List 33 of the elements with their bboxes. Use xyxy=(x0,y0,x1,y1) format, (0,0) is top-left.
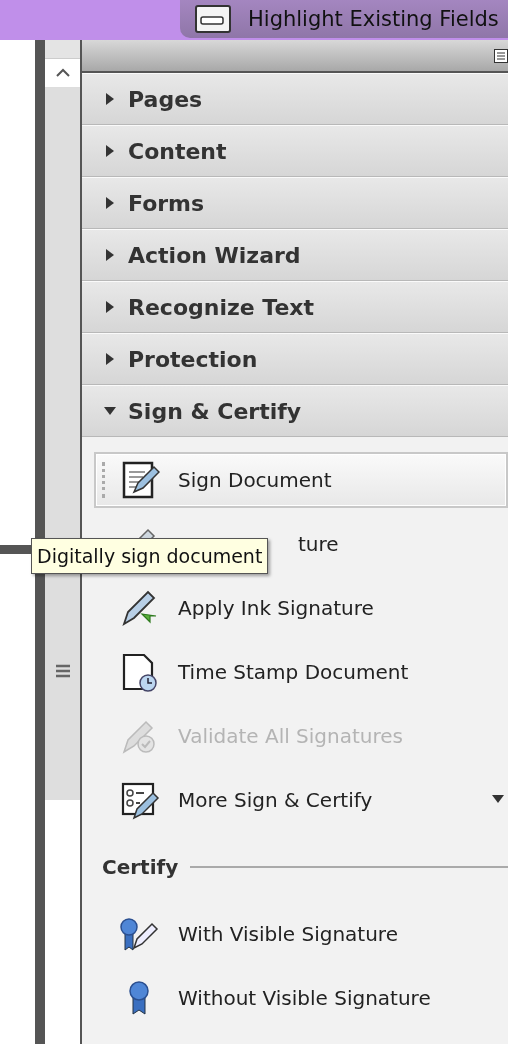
panel-section-header[interactable]: Sign & Certify xyxy=(82,385,508,437)
group-heading: Certify xyxy=(102,855,179,879)
list-view-icon[interactable] xyxy=(494,48,508,63)
panel-section-header[interactable]: Action Wizard xyxy=(82,229,508,281)
disclosure-triangle-icon[interactable] xyxy=(104,145,116,157)
tool-item[interactable]: Without Visible Signature xyxy=(178,986,431,1010)
tool-item[interactable]: ture xyxy=(298,532,339,556)
dropdown-caret-icon[interactable] xyxy=(492,795,504,803)
disclosure-triangle-icon[interactable] xyxy=(104,197,116,209)
tool-item[interactable]: With Visible Signature xyxy=(178,922,398,946)
panel-section-header[interactable]: Protection xyxy=(82,333,508,385)
disclosure-triangle-icon[interactable] xyxy=(104,353,116,365)
field-icon xyxy=(194,4,234,34)
chevron-up-icon[interactable] xyxy=(55,68,70,78)
disclosure-triangle-icon[interactable] xyxy=(104,249,116,261)
grip-icon[interactable] xyxy=(55,664,70,678)
disclosure-triangle-icon[interactable] xyxy=(104,93,116,105)
tool-item[interactable]: More Sign & Certify xyxy=(178,788,373,812)
panel-section-header[interactable]: Content xyxy=(82,125,508,177)
tool-item[interactable]: Time Stamp Document xyxy=(178,660,409,684)
panel-section-header[interactable]: Pages xyxy=(82,73,508,125)
tool-item[interactable]: Sign Document xyxy=(94,452,508,508)
disclosure-triangle-icon[interactable] xyxy=(104,405,116,417)
disclosure-triangle-icon[interactable] xyxy=(104,301,116,313)
document-clock-icon xyxy=(120,652,160,692)
tool-item: Validate All Signatures xyxy=(178,724,403,748)
panel-section-header[interactable]: Recognize Text xyxy=(82,281,508,333)
highlight-fields-button[interactable]: Highlight Existing Fields xyxy=(180,0,508,38)
document-pen-icon xyxy=(120,460,160,500)
panel-section-header[interactable]: Forms xyxy=(82,177,508,229)
tooltip: Digitally sign document xyxy=(31,538,269,574)
form-pen-icon xyxy=(120,780,160,820)
tool-item[interactable]: Apply Ink Signature xyxy=(178,596,374,620)
